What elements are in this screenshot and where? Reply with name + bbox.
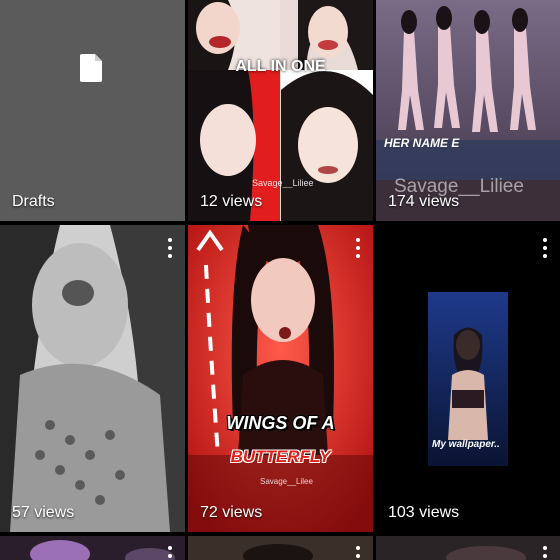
video-thumbnail[interactable]: 57 views bbox=[0, 225, 185, 532]
thumbnail-image bbox=[428, 292, 508, 466]
video-thumbnail[interactable] bbox=[0, 536, 185, 560]
drafts-tile[interactable]: Drafts bbox=[0, 0, 185, 221]
more-options-icon[interactable] bbox=[351, 546, 365, 560]
more-options-icon[interactable] bbox=[538, 546, 552, 560]
more-options-icon[interactable] bbox=[163, 238, 177, 258]
video-thumbnail[interactable] bbox=[376, 536, 560, 560]
video-thumbnail[interactable]: HER NAME E Savage__Liliee 174 views bbox=[376, 0, 560, 221]
view-count: 57 views bbox=[12, 504, 75, 521]
view-count: 174 views bbox=[388, 193, 460, 210]
video-thumbnail[interactable] bbox=[188, 536, 373, 560]
more-options-icon[interactable] bbox=[351, 238, 365, 258]
overlay-caption: My wallpaper.. bbox=[432, 439, 500, 450]
thumbnail-image bbox=[376, 536, 560, 560]
watermark: Savage__Liliee bbox=[252, 178, 314, 188]
view-count: 12 views bbox=[200, 193, 263, 210]
overlay-caption-line2: BUTTERFLY bbox=[230, 447, 331, 466]
overlay-caption: ALL IN ONE bbox=[235, 58, 326, 75]
overlay-caption-line1: WINGS OF A bbox=[226, 413, 335, 433]
watermark: Savage__Lilee bbox=[260, 477, 313, 486]
video-thumbnail[interactable]: WINGS OF A BUTTERFLY Savage__Lilee 72 vi… bbox=[188, 225, 373, 532]
document-icon bbox=[80, 54, 102, 82]
video-thumbnail[interactable]: ALL IN ONE Savage__Liliee 12 views bbox=[188, 0, 373, 221]
video-thumbnail[interactable]: My wallpaper.. 103 views bbox=[376, 225, 560, 532]
thumbnail-image bbox=[0, 225, 185, 532]
more-options-icon[interactable] bbox=[163, 546, 177, 560]
thumbnail-image bbox=[188, 536, 373, 560]
overlay-caption: HER NAME E bbox=[384, 136, 460, 150]
thumbnail-image bbox=[0, 536, 185, 560]
drafts-label: Drafts bbox=[12, 193, 55, 210]
view-count: 72 views bbox=[200, 504, 263, 521]
video-grid: Drafts ALL IN ONE Savage__Liliee 12 view… bbox=[0, 0, 560, 560]
more-options-icon[interactable] bbox=[538, 238, 552, 258]
view-count: 103 views bbox=[388, 504, 460, 521]
